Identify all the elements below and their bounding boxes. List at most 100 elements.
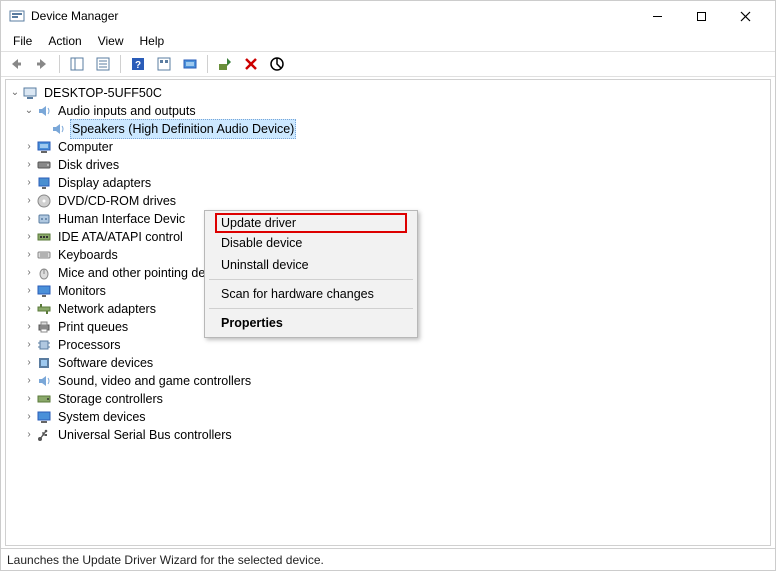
- tree-node-label: Speakers (High Definition Audio Device): [70, 119, 296, 139]
- context-menu: Update driver Disable device Uninstall d…: [204, 210, 418, 338]
- tree-node-label: Network adapters: [56, 300, 158, 318]
- context-separator: [209, 308, 413, 309]
- tree-category[interactable]: ·›Computer: [8, 138, 768, 156]
- menubar: File Action View Help: [1, 31, 775, 51]
- menu-action[interactable]: Action: [40, 32, 89, 50]
- mouse-icon: [36, 265, 52, 281]
- display-icon: [36, 175, 52, 191]
- tree-node-label: Audio inputs and outputs: [56, 102, 198, 120]
- audio-icon: [36, 103, 52, 119]
- tree-device-speakers[interactable]: ···Speakers (High Definition Audio Devic…: [8, 120, 768, 138]
- tree-category[interactable]: ·›Sound, video and game controllers: [8, 372, 768, 390]
- tree-category[interactable]: ·›System devices: [8, 408, 768, 426]
- expand-collapse-icon[interactable]: ›: [22, 426, 36, 444]
- expand-collapse-icon[interactable]: ›: [22, 264, 36, 282]
- sound-icon: [36, 373, 52, 389]
- context-scan-hardware[interactable]: Scan for hardware changes: [207, 283, 415, 305]
- speaker-icon: [50, 121, 66, 137]
- printer-icon: [36, 319, 52, 335]
- expand-collapse-icon[interactable]: ›: [22, 372, 36, 390]
- tree-node-label: Computer: [56, 138, 115, 156]
- dvd-icon: [36, 193, 52, 209]
- back-button[interactable]: [5, 53, 27, 75]
- expand-collapse-icon[interactable]: ›: [22, 228, 36, 246]
- menu-view[interactable]: View: [90, 32, 132, 50]
- expand-collapse-icon[interactable]: ›: [22, 246, 36, 264]
- view-button[interactable]: [153, 53, 175, 75]
- monitor-icon: [36, 283, 52, 299]
- show-hide-tree-button[interactable]: [66, 53, 88, 75]
- close-button[interactable]: [723, 1, 767, 31]
- status-text: Launches the Update Driver Wizard for th…: [7, 553, 324, 567]
- expand-collapse-icon[interactable]: ›: [22, 210, 36, 228]
- system-icon: [36, 409, 52, 425]
- tree-node-label: IDE ATA/ATAPI control: [56, 228, 185, 246]
- tree-category[interactable]: ·›Display adapters: [8, 174, 768, 192]
- expand-collapse-icon[interactable]: ⌄: [8, 84, 22, 102]
- scan-button[interactable]: [179, 53, 201, 75]
- help-button[interactable]: ?: [127, 53, 149, 75]
- context-uninstall-device[interactable]: Uninstall device: [207, 254, 415, 276]
- menu-help[interactable]: Help: [132, 32, 173, 50]
- tree-category[interactable]: ·›Universal Serial Bus controllers: [8, 426, 768, 444]
- disable-button[interactable]: [266, 53, 288, 75]
- tree-category[interactable]: ·›Software devices: [8, 354, 768, 372]
- toolbar: ?: [1, 51, 775, 77]
- expand-collapse-icon[interactable]: ›: [22, 354, 36, 372]
- tree-node-label: Sound, video and game controllers: [56, 372, 253, 390]
- uninstall-button[interactable]: [240, 53, 262, 75]
- tree-node-label: Human Interface Devic: [56, 210, 187, 228]
- context-update-driver[interactable]: Update driver: [215, 213, 407, 233]
- tree-root[interactable]: ⌄DESKTOP-5UFF50C: [8, 84, 768, 102]
- tree-category[interactable]: ·›DVD/CD-ROM drives: [8, 192, 768, 210]
- network-icon: [36, 301, 52, 317]
- maximize-button[interactable]: [679, 1, 723, 31]
- tree-node-label: Print queues: [56, 318, 130, 336]
- ide-icon: [36, 229, 52, 245]
- titlebar: Device Manager: [1, 1, 775, 31]
- tree-node-label: Display adapters: [56, 174, 153, 192]
- expand-collapse-icon[interactable]: ›: [22, 408, 36, 426]
- window-title: Device Manager: [31, 9, 635, 23]
- usb-icon: [36, 427, 52, 443]
- expand-collapse-icon[interactable]: ›: [22, 336, 36, 354]
- tree-node-label: Processors: [56, 336, 123, 354]
- expand-collapse-icon[interactable]: ›: [22, 192, 36, 210]
- menu-file[interactable]: File: [5, 32, 40, 50]
- context-separator: [209, 279, 413, 280]
- expand-collapse-icon[interactable]: ›: [22, 138, 36, 156]
- expand-collapse-icon[interactable]: ›: [22, 174, 36, 192]
- computer-icon: [36, 139, 52, 155]
- tree-category-audio[interactable]: ·⌄Audio inputs and outputs: [8, 102, 768, 120]
- tree-category[interactable]: ·›Disk drives: [8, 156, 768, 174]
- minimize-button[interactable]: [635, 1, 679, 31]
- expand-collapse-icon[interactable]: ⌄: [22, 102, 36, 120]
- expand-collapse-icon[interactable]: ›: [22, 390, 36, 408]
- tree-category[interactable]: ·›Storage controllers: [8, 390, 768, 408]
- hid-icon: [36, 211, 52, 227]
- tree-node-label: Software devices: [56, 354, 155, 372]
- expand-collapse-icon[interactable]: ›: [22, 156, 36, 174]
- app-icon: [9, 8, 25, 24]
- statusbar: Launches the Update Driver Wizard for th…: [1, 548, 775, 570]
- context-disable-device[interactable]: Disable device: [207, 232, 415, 254]
- keyboard-icon: [36, 247, 52, 263]
- expand-collapse-icon[interactable]: ›: [22, 318, 36, 336]
- cpu-icon: [36, 337, 52, 353]
- properties-button[interactable]: [92, 53, 114, 75]
- software-icon: [36, 355, 52, 371]
- tree-node-label: Monitors: [56, 282, 108, 300]
- tree-node-label: Disk drives: [56, 156, 121, 174]
- expand-collapse-icon[interactable]: ›: [22, 300, 36, 318]
- context-properties[interactable]: Properties: [207, 312, 415, 334]
- forward-button[interactable]: [31, 53, 53, 75]
- svg-text:?: ?: [135, 60, 141, 71]
- computer-icon: [22, 85, 38, 101]
- tree-category[interactable]: ·›Processors: [8, 336, 768, 354]
- device-tree[interactable]: ⌄DESKTOP-5UFF50C·⌄Audio inputs and outpu…: [5, 79, 771, 546]
- tree-node-label: DVD/CD-ROM drives: [56, 192, 178, 210]
- update-driver-button[interactable]: [214, 53, 236, 75]
- storage-icon: [36, 391, 52, 407]
- expand-collapse-icon[interactable]: ›: [22, 282, 36, 300]
- tree-node-label: System devices: [56, 408, 148, 426]
